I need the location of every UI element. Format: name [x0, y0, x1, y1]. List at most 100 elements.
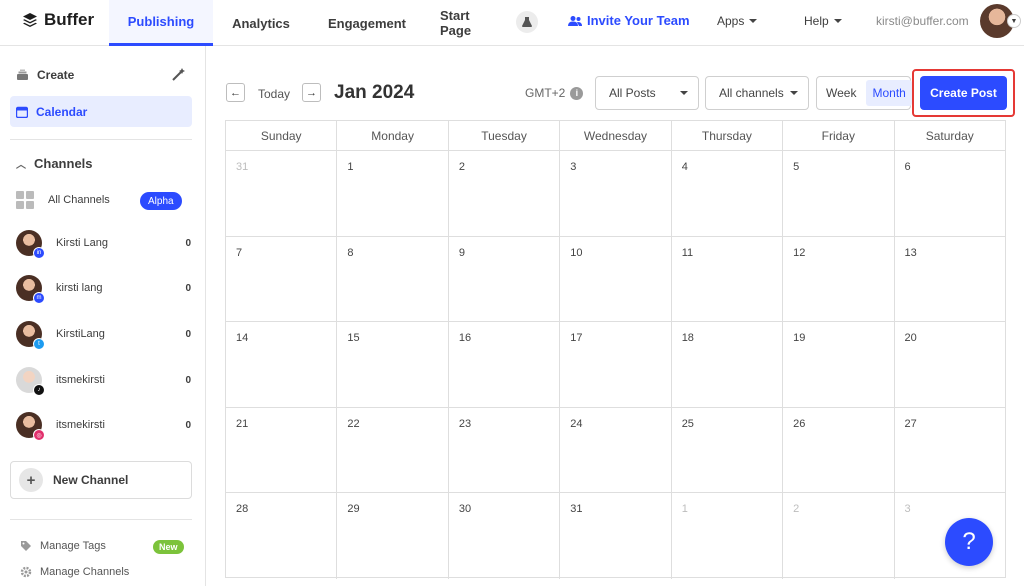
- help-button[interactable]: ?: [945, 518, 993, 566]
- chevron-up-icon: ︿: [16, 160, 26, 171]
- create-post-button[interactable]: Create Post: [920, 76, 1007, 110]
- invite-label: Invite Your Team: [587, 13, 690, 28]
- weekday-label: Thursday: [672, 121, 784, 150]
- channel-avatar: t: [16, 321, 45, 350]
- calendar-day-cell[interactable]: 2: [449, 151, 561, 236]
- calendar-day-cell[interactable]: 22: [337, 407, 449, 493]
- day-number: 12: [793, 246, 806, 259]
- day-number: 14: [236, 332, 249, 345]
- calendar-day-cell[interactable]: 14: [226, 322, 338, 407]
- prev-month-button[interactable]: ←: [226, 83, 245, 102]
- weekday-label: Saturday: [925, 128, 974, 143]
- calendar-day-cell[interactable]: 7: [226, 236, 338, 322]
- sidebar-all-channels[interactable]: All Channels: [16, 191, 110, 209]
- day-number: 31: [570, 503, 583, 516]
- calendar-day-cell[interactable]: 20: [895, 322, 1005, 407]
- calendar-day-cell[interactable]: 28: [226, 493, 338, 579]
- calendar-day-cell[interactable]: 13: [895, 237, 1005, 322]
- calendar-day-cell[interactable]: 26: [783, 407, 895, 493]
- channel-item[interactable]: m kirsti lang 0: [16, 275, 191, 304]
- weekday-header: Sunday Monday Tuesday Wednesday Thursday Frid…: [226, 121, 1005, 151]
- channel-item[interactable]: in Kirsti Lang 0: [16, 230, 191, 259]
- calendar-day-cell[interactable]: 17: [560, 322, 672, 407]
- tab-publishing[interactable]: Publishing: [109, 0, 213, 46]
- calendar-grid: Sunday Monday Tuesday Wednesday Thursday Frid…: [225, 120, 1006, 579]
- channels-toggle[interactable]: ︿ Channels: [16, 156, 93, 171]
- calendar-day-cell[interactable]: 1: [337, 151, 449, 236]
- day-number: 21: [236, 417, 249, 430]
- channel-item[interactable]: ◎ itsmekirsti 0: [16, 412, 191, 441]
- manage-channels-link[interactable]: Manage Channels: [20, 566, 129, 578]
- calendar-day-cell[interactable]: 31: [560, 493, 672, 579]
- sidebar: Create Calendar ︿ Channels All Channels …: [0, 46, 206, 586]
- day-number: 26: [793, 417, 806, 430]
- view-toggle: Week Month: [816, 76, 912, 110]
- new-channel-button[interactable]: + New Channel: [10, 461, 192, 499]
- posts-filter-select[interactable]: All Posts: [595, 76, 699, 110]
- account-menu-chevron-icon[interactable]: ▼: [1007, 14, 1021, 28]
- calendar-day-cell[interactable]: 21: [226, 407, 338, 493]
- tab-engagement[interactable]: Engagement: [322, 0, 412, 46]
- day-number: 5: [793, 161, 800, 173]
- view-week-button[interactable]: Week: [820, 80, 862, 106]
- twitter-icon: t: [33, 338, 45, 350]
- calendar-day-cell[interactable]: 11: [672, 236, 784, 322]
- channels-filter-select[interactable]: All channels: [705, 76, 809, 110]
- calendar-day-cell[interactable]: 10: [560, 236, 672, 322]
- tab-analytics[interactable]: Analytics: [222, 0, 300, 46]
- all-channels-label: All Channels: [48, 194, 110, 206]
- labs-flask-icon[interactable]: [516, 11, 538, 33]
- calendar-day-cell[interactable]: 24: [560, 407, 672, 493]
- view-month-button[interactable]: Month: [866, 80, 912, 106]
- apps-menu[interactable]: Apps: [717, 14, 758, 28]
- calendar-day-cell[interactable]: 16: [449, 322, 561, 407]
- channel-item[interactable]: t KirstiLang 0: [16, 321, 191, 350]
- buffer-logo[interactable]: Buffer: [22, 10, 94, 30]
- day-number: 1: [681, 503, 688, 516]
- magic-wand-icon[interactable]: [172, 68, 185, 86]
- calendar-day-cell[interactable]: 5: [783, 151, 895, 236]
- people-icon: [568, 15, 582, 26]
- help-menu[interactable]: Help: [804, 14, 842, 28]
- tab-start-page[interactable]: Start Page: [440, 0, 484, 46]
- calendar-day-cell[interactable]: 15: [337, 322, 449, 407]
- calendar-day-cell[interactable]: 9: [449, 236, 561, 322]
- calendar-day-cell[interactable]: 3: [560, 151, 672, 236]
- calendar-day-cell[interactable]: 29: [337, 493, 449, 579]
- calendar-week-row: 21 22 23 24 25 26 27: [226, 407, 1005, 494]
- sidebar-create[interactable]: Create: [16, 68, 74, 82]
- channel-name: KirstiLang: [56, 328, 105, 340]
- manage-tags-link[interactable]: Manage Tags: [20, 540, 106, 552]
- chevron-down-icon: [790, 91, 798, 95]
- invite-team-button[interactable]: Invite Your Team: [568, 13, 690, 28]
- channel-avatar: in: [16, 230, 45, 259]
- day-number: 16: [458, 332, 472, 345]
- month-title: Jan 2024: [334, 82, 415, 103]
- calendar-day-cell[interactable]: 30: [449, 493, 561, 579]
- calendar-day-cell[interactable]: 25: [672, 407, 784, 493]
- channel-count: 0: [185, 328, 191, 340]
- day-number: 1: [347, 161, 354, 173]
- calendar-day-cell[interactable]: 19: [783, 322, 895, 407]
- calendar-day-cell[interactable]: 6: [895, 151, 1005, 236]
- channel-item[interactable]: ♪ itsmekirsti 0: [16, 367, 191, 396]
- calendar-day-cell[interactable]: 1: [672, 493, 784, 579]
- calendar-day-cell[interactable]: 27: [895, 408, 1005, 493]
- calendar-day-cell[interactable]: 12: [783, 236, 895, 322]
- weekday-label: Sunday: [226, 121, 338, 150]
- info-icon[interactable]: i: [570, 86, 584, 100]
- calendar-day-cell[interactable]: 8: [337, 236, 449, 322]
- channel-name: kirsti lang: [56, 282, 103, 294]
- next-month-button[interactable]: →: [302, 83, 321, 102]
- calendar-day-cell[interactable]: 23: [449, 407, 561, 493]
- channel-count: 0: [185, 282, 191, 294]
- today-button[interactable]: Today: [258, 87, 290, 101]
- calendar-week-row: 28 29 30 31 1 2 3: [226, 493, 1005, 579]
- calendar-day-cell[interactable]: 31: [226, 151, 338, 236]
- calendar-day-cell[interactable]: 4: [672, 151, 784, 236]
- calendar-day-cell[interactable]: 2: [783, 493, 895, 579]
- sidebar-calendar[interactable]: Calendar: [10, 96, 192, 127]
- manage-tags-label: Manage Tags: [40, 540, 106, 552]
- calendar-day-cell[interactable]: 18: [672, 322, 784, 407]
- day-number: 28: [236, 503, 249, 516]
